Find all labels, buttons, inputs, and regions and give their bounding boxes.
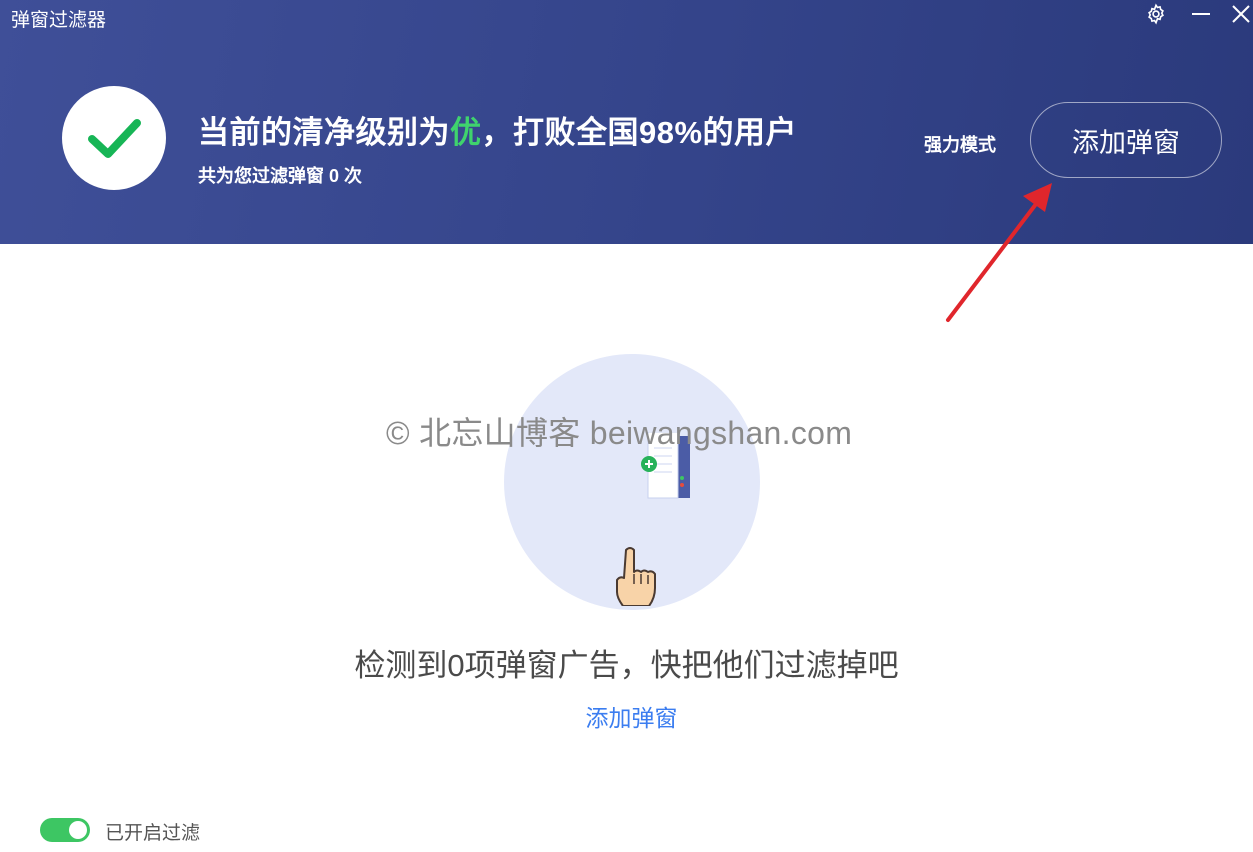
status-suffix: ，打败全国98%的用户 bbox=[481, 115, 798, 150]
status-prefix: 当前的清净级别为 bbox=[198, 115, 450, 150]
empty-state-message: 检测到0项弹窗广告，快把他们过滤掉吧 bbox=[354, 648, 899, 683]
add-popup-link[interactable]: 添加弹窗 bbox=[0, 699, 1253, 733]
filter-count: 共为您过滤弹窗 0 次 bbox=[198, 162, 362, 188]
filter-count-value: 0 bbox=[329, 166, 340, 186]
gear-icon bbox=[1148, 3, 1164, 25]
checkmark-icon bbox=[88, 119, 141, 158]
window-title: 弹窗过滤器 bbox=[11, 10, 107, 31]
close-button[interactable] bbox=[1226, 0, 1253, 28]
minimize-button[interactable] bbox=[1186, 0, 1216, 28]
strong-mode-link[interactable]: 强力模式 bbox=[924, 131, 996, 157]
status-check-badge bbox=[62, 86, 166, 190]
toggle-knob bbox=[69, 821, 87, 839]
header-banner: 弹窗过滤器 当前的清净级别为优，打败全国98%的用户 共为您过滤弹窗 0 次 强… bbox=[0, 0, 1253, 244]
minimize-icon bbox=[1192, 13, 1210, 15]
filter-count-prefix: 共为您过滤弹窗 bbox=[198, 166, 324, 186]
add-popup-button[interactable]: 添加弹窗 bbox=[1030, 102, 1222, 178]
filter-count-suffix: 次 bbox=[344, 166, 363, 186]
pointing-hand-icon bbox=[616, 547, 656, 606]
cleanliness-status: 当前的清净级别为优，打败全国98%的用户 bbox=[198, 107, 797, 152]
empty-state-illustration bbox=[504, 354, 760, 610]
filter-toggle[interactable] bbox=[40, 818, 90, 842]
filter-toggle-label: 已开启过滤 bbox=[105, 823, 201, 844]
settings-button[interactable] bbox=[1141, 0, 1171, 28]
watermark-text: © 北忘山博客 beiwangshan.com bbox=[386, 415, 853, 451]
close-icon bbox=[1232, 5, 1250, 23]
status-grade: 优 bbox=[450, 115, 482, 150]
